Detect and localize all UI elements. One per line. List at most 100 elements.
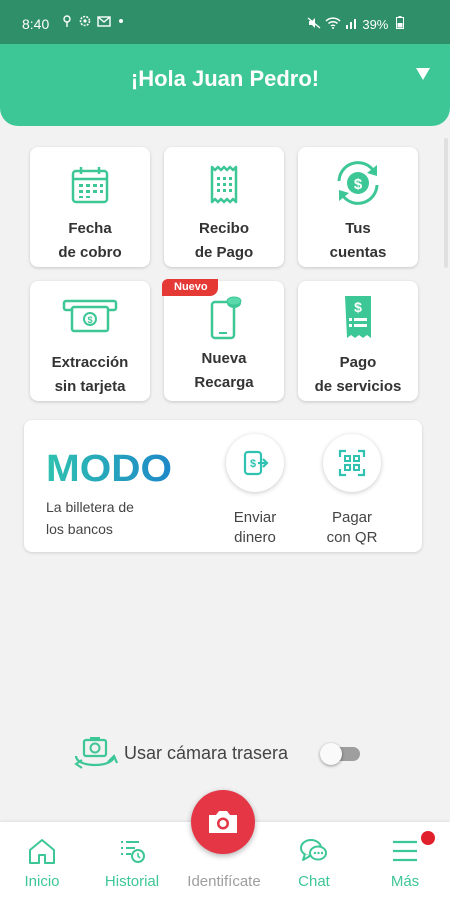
chat-icon [300,839,327,861]
nav-label: Inicio [24,873,60,890]
camera-icon [209,811,237,833]
tile-recibo-de-pago[interactable]: Recibo de Pago [164,147,284,267]
pay-with-qr-button[interactable]: Pagar con QR [307,434,397,548]
nav-label: Más [390,873,420,890]
rear-camera-label: Usar cámara trasera [124,743,289,763]
tile-label-line1: Extracción [51,354,129,371]
scroll-indicator [444,138,448,268]
status-right: 39% [307,16,404,32]
tile-label-line1: Tus [345,220,371,237]
tile-label: Pago de servicios [298,351,418,399]
modo-logo[interactable]: MODO [46,448,174,490]
nav-item-mas[interactable]: Más [360,822,450,900]
tile-pago-de-servicios[interactable]: $ Pago de servicios [298,281,418,401]
svg-text:$: $ [354,176,363,193]
tile-label: Fecha de cobro [30,217,150,265]
history-icon [121,841,145,863]
tile-icon-wrap: $ [298,293,418,341]
tile-fecha-de-cobro[interactable]: Fecha de cobro [30,147,150,267]
phone-recharge-icon [210,296,242,340]
battery-percent: 39% [362,17,389,32]
modo-tagline-line2: los bancos [46,521,113,537]
tile-extraccion-sin-tarjeta[interactable]: $ Extracción sin tarjeta [30,281,150,401]
tile-label: Tus cuentas [298,217,418,265]
modo-logo-svg: MODO [46,448,172,490]
header: ¡Hola Juan Pedro! [0,44,450,126]
svg-text:$: $ [87,315,92,325]
notification-icons [62,15,124,30]
tile-icon-wrap: $ [298,159,418,207]
tile-label-line1: Recibo [198,220,249,237]
tile-tus-cuentas[interactable]: $ Tus cuentas [298,147,418,267]
tile-icon-wrap: $ [30,291,150,339]
nav-icon-wrap [269,836,359,866]
signal-icon [345,19,356,29]
chevron-down-icon[interactable] [416,68,430,80]
tile-icon-wrap [164,293,284,341]
tile-label-line2: de servicios [314,378,402,395]
rotate-camera-icon [74,737,118,769]
accounts-icon: $ [337,161,379,205]
send-money-icon: $ [243,450,269,476]
notification-icon [63,15,71,27]
rear-camera-row: Usar cámara trasera [72,734,372,774]
status-bar: 8:40 39% [0,0,450,44]
tile-label-line2: sin tarjeta [54,378,126,395]
toggle-knob [320,743,342,765]
mail-icon [97,16,111,27]
nav-item-inicio[interactable]: Inicio [0,822,87,900]
send-money-label-line1: Enviar [233,509,277,526]
send-money-circle: $ [226,434,284,492]
send-money-label-line2: dinero [234,529,276,546]
tile-label-line1: Pago [339,354,377,371]
mute-icon [308,17,321,29]
bill-payment-icon: $ [345,296,371,338]
notification-badge [421,831,435,845]
modo-tagline: La billetera de los bancos [46,496,134,540]
nav-item-historial[interactable]: Historial [87,822,177,900]
modo-card: MODO La billetera de los bancos $ Enviar… [24,420,422,552]
send-money-label: Enviar dinero [210,508,300,548]
tile-label-line2: Recarga [194,374,254,391]
svg-text:$: $ [250,458,256,470]
modo-logo-text: MODO [46,452,172,484]
nav-label: Historial [104,873,160,890]
settings-icon [79,15,90,27]
tile-label-line2: de Pago [194,244,254,261]
pay-with-qr-label: Pagar con QR [307,508,397,548]
nav-icon-wrap [87,836,177,866]
status-time: 8:40 [22,16,50,32]
identify-camera-button[interactable] [191,790,255,854]
dot-icon [118,19,123,23]
tile-label-line2: de cobro [58,244,122,261]
nav-icon-wrap [360,836,450,866]
tile-nueva-recarga[interactable]: Nuevo Nueva Recarga [162,279,284,401]
pay-with-qr-label-line2: con QR [326,529,378,546]
wifi-icon [325,17,341,29]
tile-label: Extracción sin tarjeta [30,351,150,399]
send-money-button[interactable]: $ Enviar dinero [210,434,300,548]
receipt-icon [210,165,238,204]
home-icon [29,839,55,864]
nav-label: Chat [298,873,330,890]
nav-icon-wrap [0,836,87,866]
menu-icon [393,840,417,862]
tile-label-line1: Nueva [201,350,247,367]
pay-with-qr-circle [323,434,381,492]
nav-label: Identifícate [187,873,261,890]
cash-withdrawal-icon: $ [62,299,118,333]
battery-icon [396,16,404,29]
rear-camera-toggle[interactable] [320,743,360,765]
tile-icon-wrap [164,161,284,209]
pay-with-qr-label-line1: Pagar [331,509,373,526]
tile-label: Recibo de Pago [164,217,284,265]
nav-item-chat[interactable]: Chat [269,822,359,900]
calendar-icon [71,167,109,204]
svg-text:$: $ [354,299,362,315]
tile-label-line2: cuentas [329,244,387,261]
greeting-title: ¡Hola Juan Pedro! [130,66,320,91]
qr-scan-icon [338,449,366,477]
modo-tagline-line1: La billetera de [46,499,134,515]
tile-icon-wrap [30,161,150,209]
tile-label-line1: Fecha [68,220,112,237]
